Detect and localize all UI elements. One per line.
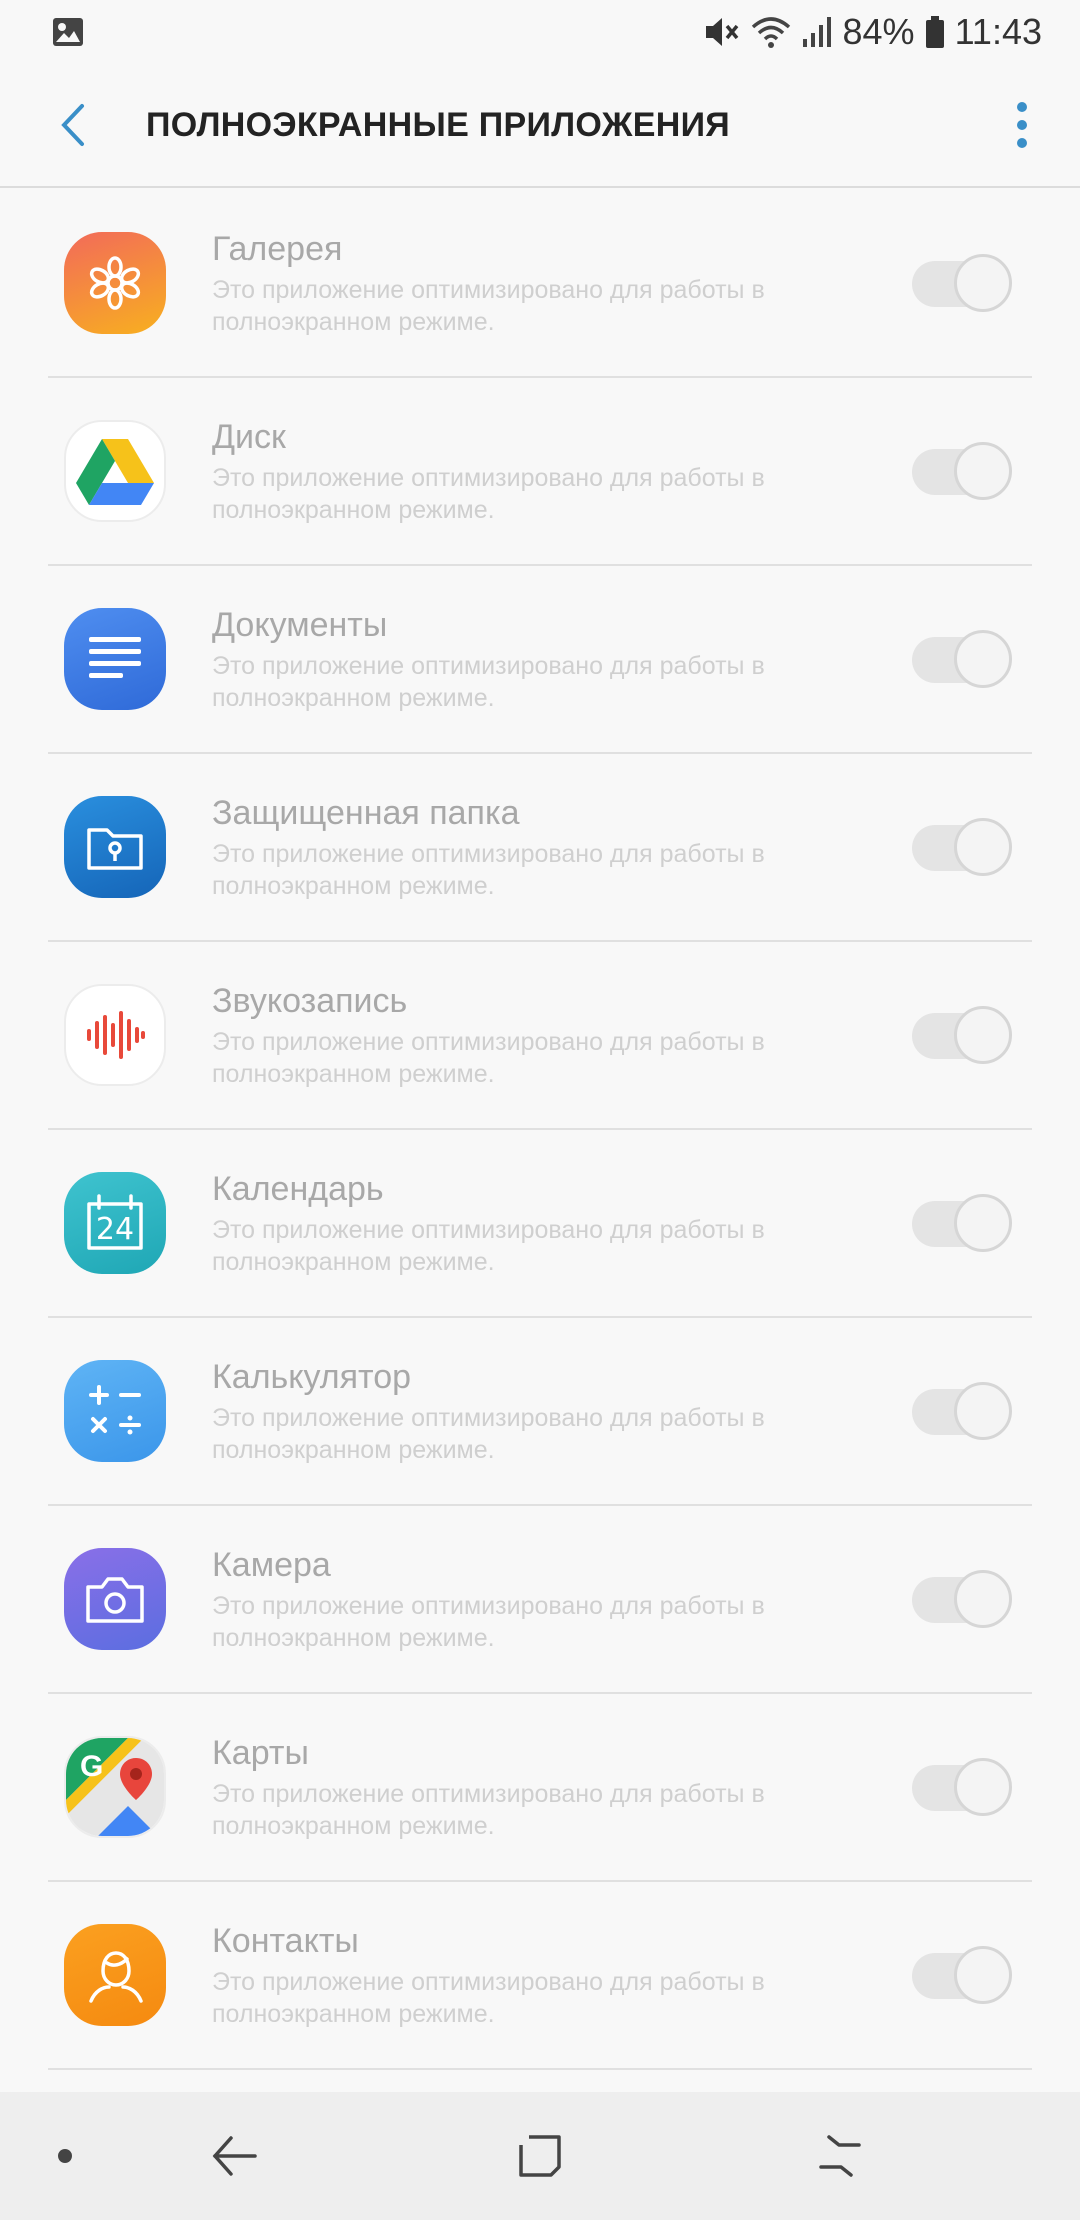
nav-dot-icon: [58, 2149, 72, 2163]
app-description: Это приложение оптимизировано для работы…: [212, 276, 765, 336]
battery-icon: [925, 15, 945, 49]
contacts-icon: [64, 1924, 166, 2026]
list-item[interactable]: 24 Календарь Это приложение оптимизирова…: [48, 1130, 1032, 1318]
app-name: Звукозапись: [212, 982, 408, 1020]
app-bar: ПОЛНОЭКРАННЫЕ ПРИЛОЖЕНИЯ: [0, 64, 1080, 188]
app-description: Это приложение оптимизировано для работы…: [212, 1404, 765, 1464]
list-item[interactable]: Контакты Это приложение оптимизировано д…: [48, 1882, 1032, 2070]
gallery-icon: [64, 232, 166, 334]
maps-icon: G: [64, 1736, 166, 1838]
fullscreen-toggle[interactable]: [912, 1382, 1012, 1440]
calendar-day: 24: [95, 1211, 135, 1247]
app-description: Это приложение оптимизировано для работы…: [212, 1780, 765, 1840]
recents-icon: [819, 2135, 861, 2177]
app-name: Документы: [212, 606, 388, 644]
list-item[interactable]: G Карты Это приложение оптимизировано дл…: [48, 1694, 1032, 1882]
app-name: Галерея: [212, 230, 343, 268]
page-title: ПОЛНОЭКРАННЫЕ ПРИЛОЖЕНИЯ: [146, 105, 731, 144]
back-arrow-icon: [212, 2136, 257, 2176]
app-name: Календарь: [212, 1170, 384, 1208]
app-description: Это приложение оптимизировано для работы…: [212, 1216, 765, 1276]
app-name: Диск: [212, 418, 286, 456]
battery-percent: 84%: [842, 11, 915, 52]
more-options-button[interactable]: [992, 85, 1052, 165]
nav-home-button[interactable]: [505, 2126, 575, 2186]
camera-icon: [64, 1548, 166, 1650]
app-description: Это приложение оптимизировано для работы…: [212, 840, 765, 900]
app-description: Это приложение оптимизировано для работы…: [212, 1592, 765, 1652]
docs-icon: [64, 608, 166, 710]
app-description: Это приложение оптимизировано для работы…: [212, 1968, 765, 2028]
image-notification-icon: [52, 17, 84, 47]
app-name: Защищенная папка: [212, 794, 520, 832]
list-item[interactable]: Калькулятор Это приложение оптимизирован…: [48, 1318, 1032, 1506]
app-name: Калькулятор: [212, 1358, 412, 1396]
fullscreen-toggle[interactable]: [912, 1758, 1012, 1816]
wifi-icon: [751, 15, 791, 49]
nav-recents-button[interactable]: [805, 2126, 875, 2186]
more-vert-icon: [1017, 102, 1027, 148]
fullscreen-toggle[interactable]: [912, 1006, 1012, 1064]
fullscreen-toggle[interactable]: [912, 630, 1012, 688]
calculator-icon: [64, 1360, 166, 1462]
list-item[interactable]: Галерея Это приложение оптимизировано дл…: [48, 190, 1032, 378]
voice-recorder-icon: [64, 984, 166, 1086]
back-button[interactable]: [38, 90, 108, 160]
back-arrow-icon: [61, 104, 84, 146]
app-list: Галерея Это приложение оптимизировано дл…: [0, 190, 1080, 2070]
list-item[interactable]: Диск Это приложение оптимизировано для р…: [48, 378, 1032, 566]
app-name: Карты: [212, 1734, 309, 1772]
clock: 11:43: [954, 11, 1042, 52]
list-item[interactable]: Защищенная папка Это приложение оптимизи…: [48, 754, 1032, 942]
app-description: Это приложение оптимизировано для работы…: [212, 652, 765, 712]
signal-icon: [801, 15, 833, 49]
fullscreen-toggle[interactable]: [912, 1570, 1012, 1628]
nav-back-button[interactable]: [200, 2126, 270, 2186]
fullscreen-toggle[interactable]: [912, 254, 1012, 312]
list-item[interactable]: Камера Это приложение оптимизировано для…: [48, 1506, 1032, 1694]
fullscreen-toggle[interactable]: [912, 818, 1012, 876]
maps-logo-letter: G: [80, 1750, 104, 1783]
calendar-icon: 24: [64, 1172, 166, 1274]
secure-folder-icon: [64, 796, 166, 898]
app-description: Это приложение оптимизировано для работы…: [212, 464, 765, 524]
list-item[interactable]: Звукозапись Это приложение оптимизирован…: [48, 942, 1032, 1130]
nav-dot-button[interactable]: [50, 2136, 80, 2176]
home-icon: [519, 2135, 561, 2177]
drive-icon: [64, 420, 166, 522]
app-name: Контакты: [212, 1922, 359, 1960]
app-description: Это приложение оптимизировано для работы…: [212, 1028, 765, 1088]
list-item[interactable]: Документы Это приложение оптимизировано …: [48, 566, 1032, 754]
mute-icon: [703, 15, 741, 49]
navigation-bar: [0, 2092, 1080, 2220]
fullscreen-toggle[interactable]: [912, 1946, 1012, 2004]
fullscreen-toggle[interactable]: [912, 442, 1012, 500]
status-bar: 84% 11:43: [0, 0, 1080, 64]
app-name: Камера: [212, 1546, 331, 1584]
fullscreen-toggle[interactable]: [912, 1194, 1012, 1252]
